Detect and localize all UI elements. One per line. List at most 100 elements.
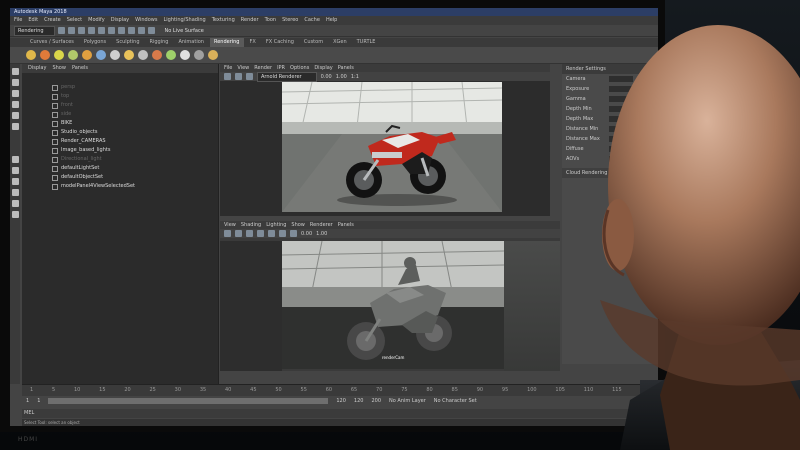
shelf-tool-icon[interactable]	[138, 50, 148, 60]
menu-item-lighting-shading[interactable]: Lighting/Shading	[163, 16, 205, 25]
outliner-item[interactable]: Render_CAMERAS	[22, 137, 218, 146]
attribute-field[interactable]	[609, 126, 633, 132]
menu-item-help[interactable]: Help	[326, 16, 337, 25]
shelf-tab-polygons[interactable]: Polygons	[80, 38, 110, 47]
camera-select-icon[interactable]	[224, 230, 231, 237]
undo-icon[interactable]	[87, 27, 95, 34]
viewport_bottom-menu-view[interactable]: View	[224, 221, 236, 229]
shelf-tool-icon[interactable]	[152, 50, 162, 60]
range-bar[interactable]	[48, 398, 329, 404]
outliner-menu-panels[interactable]: Panels	[72, 64, 88, 73]
shelf-tab-fx-caching[interactable]: FX Caching	[262, 38, 298, 47]
character-set-dropdown[interactable]: No Character Set	[434, 398, 477, 404]
isolate-icon[interactable]	[290, 230, 297, 237]
expand-icon[interactable]	[52, 156, 58, 163]
snap-grid-icon[interactable]	[127, 27, 135, 34]
lasso-tool-icon[interactable]	[11, 79, 19, 86]
outliner-item[interactable]: defaultLightSet	[22, 164, 218, 173]
outliner-menu-show[interactable]: Show	[52, 64, 66, 73]
range-start-field[interactable]: 1	[26, 398, 29, 404]
viewport_top-menu-panels[interactable]: Panels	[338, 64, 354, 72]
expand-icon[interactable]	[52, 147, 58, 154]
menu-set-dropdown[interactable]: Rendering	[14, 25, 55, 36]
vp-gamma-value[interactable]: 1.00	[316, 231, 327, 237]
outliner-item[interactable]: front	[22, 101, 218, 110]
menu-item-edit[interactable]: Edit	[28, 16, 38, 25]
save-scene-icon[interactable]	[77, 27, 85, 34]
attribute-field[interactable]	[609, 116, 633, 122]
shelf-tab-sculpting[interactable]: Sculpting	[112, 38, 143, 47]
outliner-item[interactable]: persp	[22, 83, 218, 92]
scale-tool-icon[interactable]	[11, 123, 19, 130]
expand-icon[interactable]	[52, 120, 58, 127]
outliner-item[interactable]: defaultObjectSet	[22, 173, 218, 182]
viewport_top-menu-file[interactable]: File	[224, 64, 232, 72]
outliner-item[interactable]: Image_based_lights	[22, 146, 218, 155]
expand-icon[interactable]	[52, 129, 58, 136]
max-field[interactable]: 200	[371, 398, 381, 404]
expand-icon[interactable]	[52, 84, 58, 91]
menu-item-create[interactable]: Create	[44, 16, 61, 25]
lights-icon[interactable]	[268, 230, 275, 237]
expand-icon[interactable]	[52, 165, 58, 172]
viewport_top-menu-display[interactable]: Display	[314, 64, 332, 72]
menu-item-file[interactable]: File	[14, 16, 22, 25]
redo-icon[interactable]	[97, 27, 105, 34]
menu-item-modify[interactable]: Modify	[88, 16, 105, 25]
shelf-tab-animation[interactable]: Animation	[174, 38, 208, 47]
expand-icon[interactable]	[52, 183, 58, 190]
paint-select-icon[interactable]	[11, 90, 19, 97]
viewport_bottom-menu-lighting[interactable]: Lighting	[266, 221, 286, 229]
snapshot-icon[interactable]	[246, 73, 253, 80]
expand-icon[interactable]	[52, 138, 58, 145]
vp-exposure-value[interactable]: 0.00	[301, 231, 312, 237]
smooth-shade-icon[interactable]	[246, 230, 253, 237]
outliner-item[interactable]: BIKE	[22, 119, 218, 128]
layout-outliner-icon[interactable]	[11, 189, 19, 196]
wireframe-icon[interactable]	[235, 230, 242, 237]
attribute-field[interactable]	[609, 86, 633, 92]
attribute-section[interactable]: Cloud Rendering	[562, 168, 658, 178]
range-slider[interactable]: 1 1 120 120 200 No Anim Layer No Charact…	[22, 396, 658, 406]
expand-icon[interactable]	[52, 111, 58, 118]
outliner-menu-display[interactable]: Display	[28, 64, 46, 73]
ratio-value[interactable]: 1:1	[351, 74, 359, 80]
viewport_top-menu-view[interactable]: View	[237, 64, 249, 72]
select-hierarchy-icon[interactable]	[107, 27, 115, 34]
shelf-tool-icon[interactable]	[68, 50, 78, 60]
attribute-field[interactable]	[609, 96, 633, 102]
shadows-icon[interactable]	[279, 230, 286, 237]
time-slider[interactable]: 1 5 10 15 20 25 30 35 40 45 50 55 60 65 70 75 80 85 90 95 10…	[22, 384, 658, 396]
attribute-field[interactable]	[609, 106, 633, 112]
shelf-tab-custom[interactable]: Custom	[300, 38, 327, 47]
layout-split-icon[interactable]	[11, 178, 19, 185]
layout-graph-icon[interactable]	[11, 200, 19, 207]
command-line[interactable]: MEL	[22, 409, 658, 418]
shelf-tool-icon[interactable]	[124, 50, 134, 60]
menu-item-toon[interactable]: Toon	[265, 16, 277, 25]
render-icon[interactable]	[224, 73, 231, 80]
gamma-value[interactable]: 1.00	[336, 74, 347, 80]
attribute-field[interactable]	[609, 156, 633, 162]
shelf-tab-xgen[interactable]: XGen	[329, 38, 351, 47]
attribute-field[interactable]	[609, 76, 633, 82]
menu-item-windows[interactable]: Windows	[135, 16, 157, 25]
snap-point-icon[interactable]	[147, 27, 155, 34]
viewport_bottom-menu-panels[interactable]: Panels	[338, 221, 354, 229]
outliner-item[interactable]: side	[22, 110, 218, 119]
layout-hypershade-icon[interactable]	[11, 211, 19, 218]
outliner-item[interactable]: Directional_light	[22, 155, 218, 164]
attribute-field[interactable]	[609, 146, 633, 152]
shelf-tool-icon[interactable]	[26, 50, 36, 60]
shelf-tool-icon[interactable]	[110, 50, 120, 60]
exposure-value[interactable]: 0.00	[321, 74, 332, 80]
shelf-tab-fx[interactable]: FX	[246, 38, 260, 47]
outliner-item[interactable]: top	[22, 92, 218, 101]
shelf-tool-icon[interactable]	[40, 50, 50, 60]
shelf-tool-icon[interactable]	[82, 50, 92, 60]
shelf-tool-icon[interactable]	[180, 50, 190, 60]
menu-item-display[interactable]: Display	[111, 16, 129, 25]
shelf-tool-icon[interactable]	[96, 50, 106, 60]
menu-item-texturing[interactable]: Texturing	[212, 16, 235, 25]
shelf-tool-icon[interactable]	[54, 50, 64, 60]
